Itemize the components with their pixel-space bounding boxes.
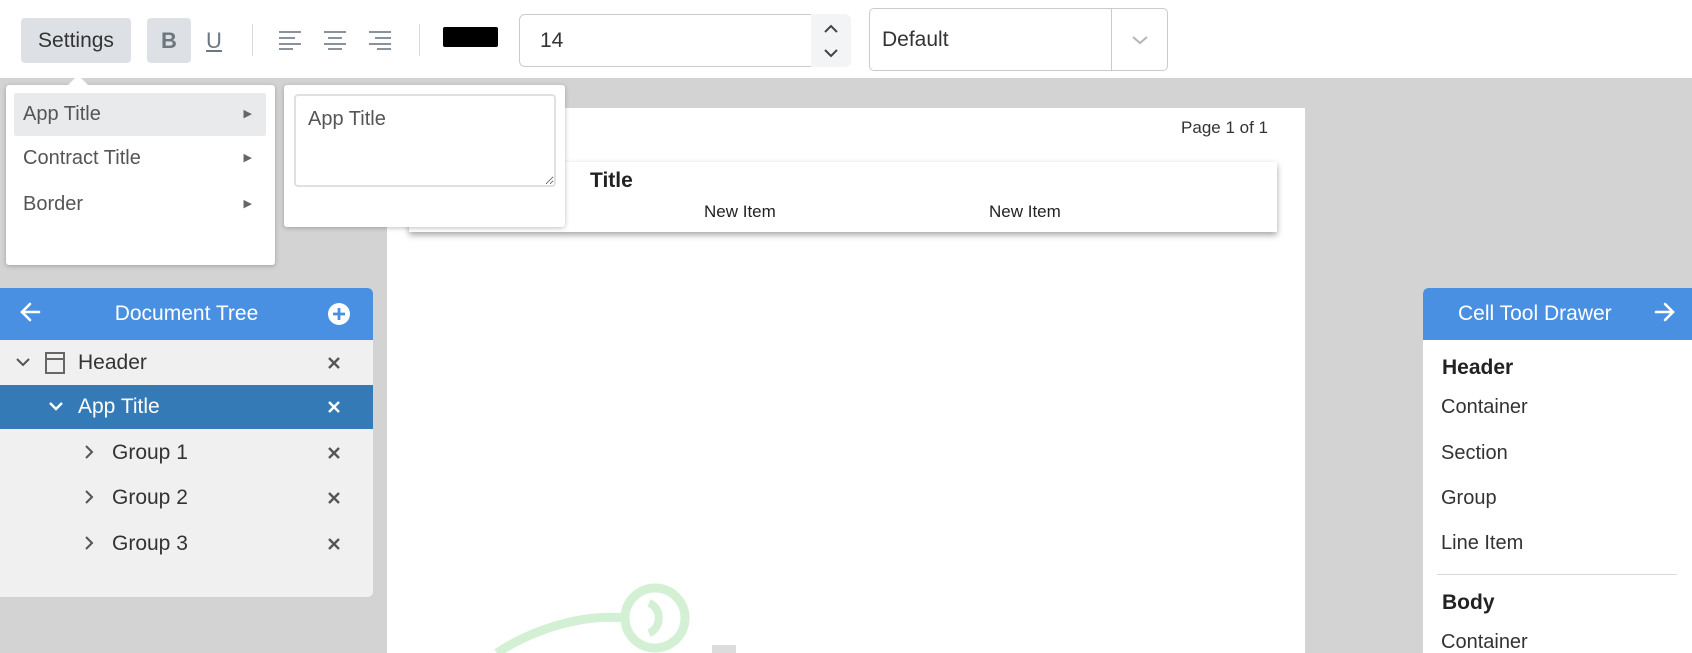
align-center-button[interactable] bbox=[318, 24, 352, 56]
app-title-submenu: App Title bbox=[284, 85, 565, 227]
chevron-right-icon[interactable] bbox=[81, 489, 97, 505]
header-item: New Item bbox=[989, 202, 1061, 221]
caret-right-icon: ▶ bbox=[243, 152, 252, 164]
caret-right-icon: ▶ bbox=[243, 198, 252, 210]
chevron-down-icon[interactable] bbox=[48, 398, 64, 414]
align-right-icon bbox=[369, 31, 391, 50]
document-tree-panel: Document Tree Header App Title Group 1 G… bbox=[0, 288, 373, 597]
tree-row-header[interactable]: Header bbox=[0, 341, 373, 385]
close-icon[interactable] bbox=[326, 399, 342, 415]
arrow-right-icon[interactable] bbox=[1654, 300, 1676, 329]
font-size-stepper bbox=[811, 14, 851, 67]
drawer-divider bbox=[1437, 574, 1677, 575]
menu-item-label: Contract Title bbox=[23, 147, 141, 169]
menu-caret bbox=[68, 75, 88, 85]
menu-item-border[interactable]: Border ▶ bbox=[14, 183, 266, 226]
page-number: Page 1 of 1 bbox=[1181, 118, 1268, 137]
tree-row-group-1[interactable]: Group 1 bbox=[0, 431, 373, 475]
tree-row-label: Header bbox=[78, 351, 147, 374]
drawer-item-group[interactable]: Group bbox=[1441, 487, 1497, 510]
drawer-section-title: Body bbox=[1442, 591, 1495, 614]
header-title: Title bbox=[590, 169, 633, 192]
chevron-down-icon[interactable] bbox=[15, 354, 31, 370]
drawer-item-section[interactable]: Section bbox=[1441, 442, 1508, 465]
layout-icon bbox=[45, 352, 65, 374]
drawer-section-title: Header bbox=[1442, 356, 1514, 379]
align-right-button[interactable] bbox=[363, 24, 397, 56]
app-title-textarea[interactable]: App Title bbox=[294, 94, 556, 187]
document-tree-header: Document Tree bbox=[0, 288, 373, 340]
tree-row-group-2[interactable]: Group 2 bbox=[0, 476, 373, 520]
bold-button[interactable]: B bbox=[147, 18, 191, 63]
menu-item-label: App Title bbox=[23, 103, 101, 125]
cell-tool-drawer: Cell Tool Drawer Header Container Sectio… bbox=[1423, 288, 1692, 653]
align-center-icon bbox=[324, 31, 346, 50]
settings-button[interactable]: Settings bbox=[21, 18, 131, 63]
toolbar-divider bbox=[419, 24, 420, 56]
style-select[interactable]: Default bbox=[869, 8, 1168, 71]
drawer-item-container[interactable]: Container bbox=[1441, 631, 1528, 653]
menu-item-app-title[interactable]: App Title ▶ bbox=[14, 93, 266, 136]
document-tree-title: Document Tree bbox=[114, 302, 259, 325]
text-color-swatch[interactable] bbox=[443, 27, 498, 47]
tree-row-label: Group 3 bbox=[112, 532, 188, 555]
close-icon[interactable] bbox=[326, 490, 342, 506]
close-icon[interactable] bbox=[326, 445, 342, 461]
tree-row-label: App Title bbox=[78, 395, 160, 418]
chevron-right-icon[interactable] bbox=[81, 535, 97, 551]
stepper-up-button[interactable] bbox=[811, 16, 851, 42]
cell-tool-drawer-title: Cell Tool Drawer bbox=[1458, 302, 1612, 325]
drawer-item-line-item[interactable]: Line Item bbox=[1441, 532, 1523, 555]
font-size-input[interactable] bbox=[519, 14, 812, 67]
tree-row-label: Group 1 bbox=[112, 441, 188, 464]
underline-button[interactable]: U bbox=[198, 18, 230, 63]
logo-watermark bbox=[494, 583, 736, 653]
tree-row-label: Group 2 bbox=[112, 486, 188, 509]
chevron-right-icon[interactable] bbox=[81, 444, 97, 460]
menu-item-label: Border bbox=[23, 193, 84, 215]
align-left-button[interactable] bbox=[273, 24, 307, 56]
tree-row-group-3[interactable]: Group 3 bbox=[0, 522, 373, 566]
style-select-value: Default bbox=[882, 28, 949, 51]
align-left-icon bbox=[279, 31, 301, 50]
toolbar-divider bbox=[252, 24, 253, 56]
chevron-up-icon bbox=[824, 24, 838, 33]
cell-tool-drawer-header: Cell Tool Drawer bbox=[1423, 288, 1692, 340]
menu-item-contract-title[interactable]: Contract Title ▶ bbox=[14, 137, 266, 180]
select-toggle[interactable] bbox=[1112, 9, 1168, 70]
chevron-down-icon bbox=[824, 49, 838, 58]
close-icon[interactable] bbox=[326, 355, 342, 371]
settings-menu: App Title ▶ Contract Title ▶ Border ▶ bbox=[6, 75, 275, 265]
drawer-item-container[interactable]: Container bbox=[1441, 396, 1528, 419]
caret-right-icon: ▶ bbox=[243, 108, 252, 120]
stepper-down-button[interactable] bbox=[811, 40, 851, 66]
header-item: New Item bbox=[704, 202, 776, 221]
arrow-left-icon[interactable] bbox=[19, 300, 41, 329]
add-circle-icon[interactable] bbox=[327, 302, 351, 331]
close-icon[interactable] bbox=[326, 536, 342, 552]
tree-row-app-title[interactable]: App Title bbox=[0, 385, 373, 429]
chevron-down-icon bbox=[1132, 35, 1148, 44]
formatting-toolbar: Settings B U Default bbox=[0, 0, 1692, 78]
